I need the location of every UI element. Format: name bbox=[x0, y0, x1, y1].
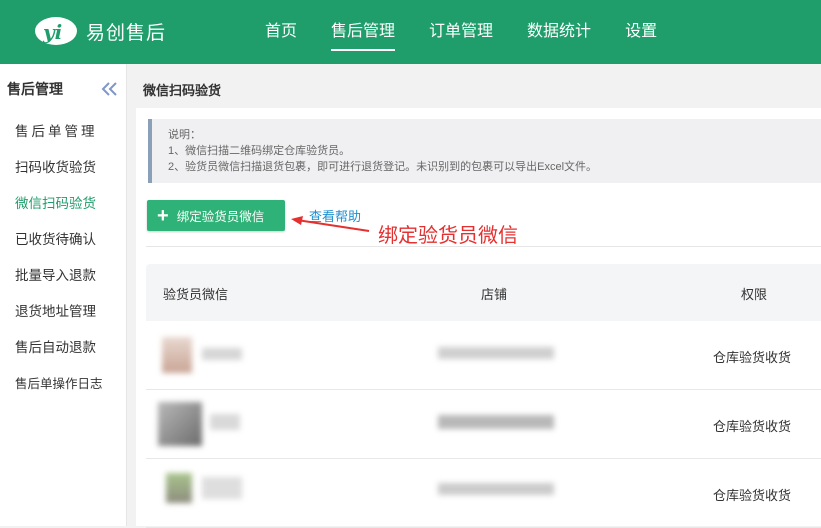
svg-text:yi: yi bbox=[42, 20, 62, 44]
nav-after-sales[interactable]: 售后管理 bbox=[331, 0, 396, 64]
info-note: 说明： 1、微信扫描二维码绑定仓库验货员。 2、验货员微信扫描退货包裹，即可进行… bbox=[148, 119, 821, 183]
main-nav: 首页 售后管理 订单管理 数据统计 设置 bbox=[248, 0, 674, 64]
shop-name-redacted bbox=[438, 347, 554, 359]
page-title: 微信扫码验货 bbox=[143, 83, 222, 98]
avatar bbox=[158, 402, 202, 446]
shop-name-redacted bbox=[438, 415, 554, 429]
note-line-1: 1、微信扫描二维码绑定仓库验货员。 bbox=[168, 145, 351, 157]
table-row: 仓库验货收货 bbox=[146, 321, 821, 390]
sidebar-header: 售后管理 bbox=[0, 64, 126, 114]
avatar bbox=[166, 473, 192, 503]
bind-button-label: 绑定验货员微信 bbox=[176, 210, 265, 224]
permission-cell: 仓库验货收货 bbox=[713, 488, 792, 503]
sidebar-item-return-address[interactable]: 退货地址管理 bbox=[0, 294, 126, 330]
sidebar-item-received-pending[interactable]: 已收货待确认 bbox=[0, 222, 126, 258]
shop-name-redacted bbox=[438, 483, 554, 495]
inspector-table: 验货员微信 店铺 权限 仓库验货收货 仓库验货收货 仓库验货收货 bbox=[146, 264, 821, 528]
table-header: 验货员微信 店铺 权限 bbox=[146, 264, 821, 321]
nav-statistics[interactable]: 数据统计 bbox=[527, 0, 591, 64]
logo-icon: yi bbox=[35, 17, 77, 45]
permission-cell: 仓库验货收货 bbox=[713, 350, 792, 365]
nav-orders[interactable]: 订单管理 bbox=[429, 0, 493, 64]
nav-settings[interactable]: 设置 bbox=[625, 0, 657, 64]
sidebar-item-scan-receive[interactable]: 扫码收货验货 bbox=[0, 150, 126, 186]
sidebar-item-after-sales-orders[interactable]: 售后单管理 bbox=[0, 114, 126, 150]
plus-icon: + bbox=[157, 204, 169, 227]
table-row: 仓库验货收货 bbox=[146, 390, 821, 459]
app-name: 易创售后 bbox=[86, 22, 167, 44]
annotation-arrow-icon bbox=[291, 216, 370, 232]
avatar bbox=[162, 337, 192, 373]
sidebar-item-batch-import-refund[interactable]: 批量导入退款 bbox=[0, 258, 126, 294]
app-logo[interactable]: yi 易创售后 bbox=[34, 16, 166, 46]
wechat-name-redacted bbox=[202, 477, 242, 499]
table-row: 仓库验货收货 bbox=[146, 459, 821, 528]
permission-cell: 仓库验货收货 bbox=[713, 419, 792, 434]
note-heading: 说明： bbox=[168, 129, 201, 141]
divider bbox=[146, 246, 821, 247]
sidebar-item-auto-refund[interactable]: 售后自动退款 bbox=[0, 330, 126, 366]
sidebar-item-operation-log[interactable]: 售后单操作日志 bbox=[0, 366, 126, 402]
column-header-permission: 权限 bbox=[741, 287, 768, 302]
bind-inspector-wechat-button[interactable]: + 绑定验货员微信 bbox=[147, 200, 285, 231]
column-header-shop: 店铺 bbox=[481, 287, 508, 302]
top-navbar: yi 易创售后 首页 售后管理 订单管理 数据统计 设置 bbox=[0, 0, 821, 64]
collapse-double-chevron-icon[interactable] bbox=[100, 79, 118, 99]
note-line-2: 2、验货员微信扫描退货包裹，即可进行退货登记。未识别到的包裹可以导出Excel文… bbox=[168, 161, 598, 173]
sidebar: 售后管理 售后单管理 扫码收货验货 微信扫码验货 已收货待确认 批量导入退款 退… bbox=[0, 64, 127, 526]
sidebar-item-wechat-scan[interactable]: 微信扫码验货 bbox=[0, 186, 126, 222]
nav-home[interactable]: 首页 bbox=[265, 0, 297, 64]
annotation-text: 绑定验货员微信 bbox=[378, 225, 518, 247]
wechat-name-redacted bbox=[210, 414, 240, 430]
sidebar-title: 售后管理 bbox=[7, 81, 63, 97]
column-header-wechat: 验货员微信 bbox=[163, 287, 229, 302]
wechat-name-redacted bbox=[202, 348, 242, 360]
